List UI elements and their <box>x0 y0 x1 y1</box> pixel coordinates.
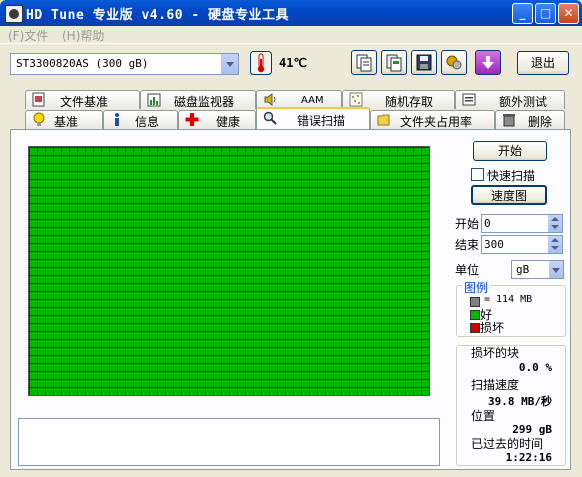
extra-tests-icon <box>462 93 476 106</box>
trash-icon <box>503 114 515 127</box>
tab-extra-tests[interactable]: 额外测试 <box>455 90 565 109</box>
menu-bar: (F)文件 (H)帮助 <box>0 26 582 44</box>
title-bar: HD Tune 专业版 v4.60 - 硬盘专业工具 _ □ ✕ <box>0 0 582 26</box>
bad-swatch-icon <box>470 323 480 333</box>
download-icon <box>482 56 494 69</box>
start-position-label: 开始 <box>455 217 480 231</box>
app-icon <box>5 5 23 23</box>
menu-file[interactable]: (F)文件 <box>8 27 48 44</box>
folder-icon <box>377 114 390 126</box>
quick-scan-checkbox[interactable] <box>471 168 484 181</box>
start-position-spinner[interactable]: 0 <box>481 214 563 233</box>
save-icon <box>416 54 432 71</box>
spinner-arrows-icon[interactable] <box>548 236 562 253</box>
random-access-icon <box>349 92 363 107</box>
legend-bad-label: 损坏 <box>480 321 505 335</box>
spinner-arrows-icon[interactable] <box>548 215 562 232</box>
menu-help[interactable]: (H)帮助 <box>62 27 104 44</box>
end-position-value: 300 <box>484 238 504 251</box>
chevron-down-icon[interactable] <box>549 261 563 278</box>
elapsed-time-label: 已过去的时间 <box>471 437 544 451</box>
tab-erase[interactable]: 删除 <box>495 110 565 129</box>
tab-label: 删除 <box>528 115 553 129</box>
exit-button[interactable]: 退出 <box>517 51 569 75</box>
tab-label: 文件夹占用率 <box>400 115 473 129</box>
quick-scan-label: 快速扫描 <box>487 169 536 183</box>
bad-blocks-value: 0.0 % <box>518 361 552 374</box>
health-cross-icon <box>185 113 199 126</box>
tab-error-scan[interactable]: 错误扫描 <box>256 107 370 129</box>
end-position-label: 结束 <box>455 238 480 252</box>
tab-label: 磁盘监视器 <box>174 95 235 109</box>
copy-icon <box>356 54 372 72</box>
tab-label: 基准 <box>54 115 79 129</box>
tab-health[interactable]: 健康 <box>178 110 256 129</box>
drive-select-value: ST3300820AS (300 gB) <box>16 57 149 70</box>
close-button[interactable]: ✕ <box>558 3 579 24</box>
tab-label: 错误扫描 <box>297 114 346 128</box>
scan-block-map <box>28 146 430 396</box>
copy-all-icon <box>386 54 402 72</box>
speed-map-button[interactable]: 速度图 <box>471 185 547 205</box>
block-size-text: = 114 MB <box>484 294 533 305</box>
disk-monitor-icon <box>147 93 161 107</box>
tab-file-benchmark[interactable]: 文件基准 <box>25 90 140 109</box>
file-benchmark-icon <box>32 92 45 107</box>
save-button[interactable] <box>411 50 437 75</box>
copy-all-button[interactable] <box>381 50 407 75</box>
tab-label: 文件基准 <box>60 95 109 109</box>
unit-label: 单位 <box>455 263 480 277</box>
drive-select[interactable]: ST3300820AS (300 gB) <box>10 53 239 75</box>
info-icon <box>115 113 119 126</box>
bad-blocks-label: 损坏的块 <box>471 346 520 360</box>
tab-label: 信息 <box>135 115 160 129</box>
start-position-value: 0 <box>484 217 491 230</box>
unit-select[interactable]: gB <box>511 260 564 279</box>
chevron-down-icon[interactable] <box>221 54 238 74</box>
thermometer-icon <box>250 51 272 75</box>
end-position-spinner[interactable]: 300 <box>481 235 563 254</box>
tab-label: AAM <box>301 95 324 106</box>
magnifier-icon <box>263 111 277 125</box>
options-button[interactable] <box>441 50 467 75</box>
elapsed-time-value: 1:22:16 <box>505 451 552 464</box>
tab-label: 额外测试 <box>499 95 548 109</box>
scan-log-box[interactable] <box>18 418 440 466</box>
tab-benchmark[interactable]: 基准 <box>25 110 103 129</box>
tab-folder-usage[interactable]: 文件夹占用率 <box>370 110 495 129</box>
maximize-button[interactable]: □ <box>535 3 556 24</box>
position-label: 位置 <box>471 409 496 423</box>
bulb-icon <box>33 112 45 126</box>
scan-speed-label: 扫描速度 <box>471 378 520 392</box>
copy-button[interactable] <box>351 50 377 75</box>
speaker-icon <box>264 93 276 106</box>
minimize-button[interactable]: _ <box>512 3 533 24</box>
tab-label: 健康 <box>216 115 241 129</box>
window-title: HD Tune 专业版 v4.60 - 硬盘专业工具 <box>26 8 290 23</box>
tab-label: 随机存取 <box>385 95 434 109</box>
good-swatch-icon <box>470 310 480 320</box>
tab-info[interactable]: 信息 <box>103 110 178 129</box>
start-scan-button[interactable]: 开始 <box>473 141 547 161</box>
toolbar-divider <box>0 43 582 44</box>
block-swatch-icon <box>470 297 480 307</box>
options-icon <box>446 55 462 70</box>
download-button[interactable] <box>475 50 501 75</box>
tab-disk-monitor[interactable]: 磁盘监视器 <box>140 90 256 109</box>
unit-select-value: gB <box>516 263 530 276</box>
temperature-readout: 41℃ <box>279 56 307 70</box>
